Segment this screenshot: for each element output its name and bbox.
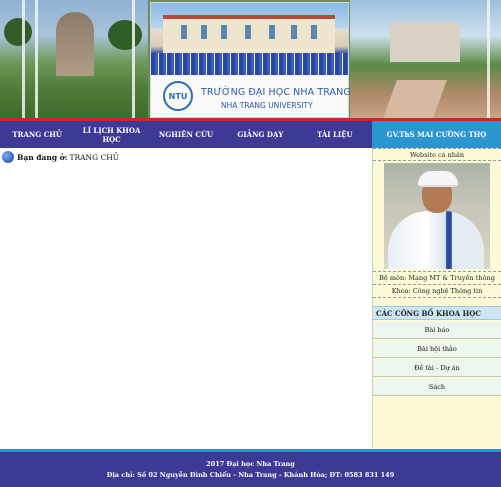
campus-photo-right [350, 0, 501, 118]
footer-address: Địa chỉ: Số 02 Nguyễn Đình Chiểu - Nha T… [106, 471, 395, 479]
pub-item-articles[interactable]: Bài báo [373, 322, 501, 339]
nav-item-home[interactable]: TRANG CHỦ [0, 121, 74, 148]
nav-item-teaching[interactable]: GIẢNG DẠY [223, 121, 297, 148]
globe-icon [2, 151, 14, 163]
footer-copyright: 2017 Đại học Nha Trang [206, 460, 295, 468]
university-logo[interactable]: NTU [163, 81, 193, 111]
breadcrumb: Bạn đang ở: TRANG CHỦ [2, 151, 119, 163]
university-name-en: NHA TRANG UNIVERSITY [221, 101, 313, 110]
pub-item-books[interactable]: Sách [373, 379, 501, 396]
department-label: Bộ môn: Mạng MT & Truyền thông [379, 274, 495, 282]
main-nav: TRANG CHỦ LÍ LỊCH KHOA HỌC NGHIÊN CỨU GI… [0, 121, 372, 148]
profile-sidebar: Website cá nhân Bộ môn: Mạng MT & Truyền… [372, 148, 501, 448]
profile-name-tab[interactable]: GV.ThS MAI CƯỜNG THỌ [372, 121, 501, 148]
faculty-label: Khoa: Công nghệ Thông tin [391, 287, 483, 295]
website-label: Website cá nhân [409, 151, 465, 159]
footer: 2017 Đại học Nha Trang Địa chỉ: Số 02 Ng… [0, 452, 501, 487]
nav-item-cv[interactable]: LÍ LỊCH KHOA HỌC [74, 121, 148, 148]
header-banner: NTU TRƯỜNG ĐẠI HỌC NHA TRANG NHA TRANG U… [0, 0, 501, 118]
pub-item-conference[interactable]: Bài hội thảo [373, 341, 501, 358]
university-header-card: NTU TRƯỜNG ĐẠI HỌC NHA TRANG NHA TRANG U… [150, 2, 351, 118]
campus-photo-left [0, 0, 148, 118]
nav-item-documents[interactable]: TÀI LIỆU [298, 121, 372, 148]
campus-group-photo [151, 3, 348, 75]
publications-header: CÁC CÔNG BỐ KHOA HỌC [373, 306, 501, 320]
breadcrumb-current[interactable]: TRANG CHỦ [69, 153, 119, 162]
nav-item-research[interactable]: NGHIÊN CỨU [149, 121, 223, 148]
university-name-vn: TRƯỜNG ĐẠI HỌC NHA TRANG [201, 87, 351, 98]
pub-item-projects[interactable]: Đề tài - Dự án [373, 360, 501, 377]
profile-photo [384, 163, 490, 269]
breadcrumb-label: Bạn đang ở: [17, 152, 68, 162]
